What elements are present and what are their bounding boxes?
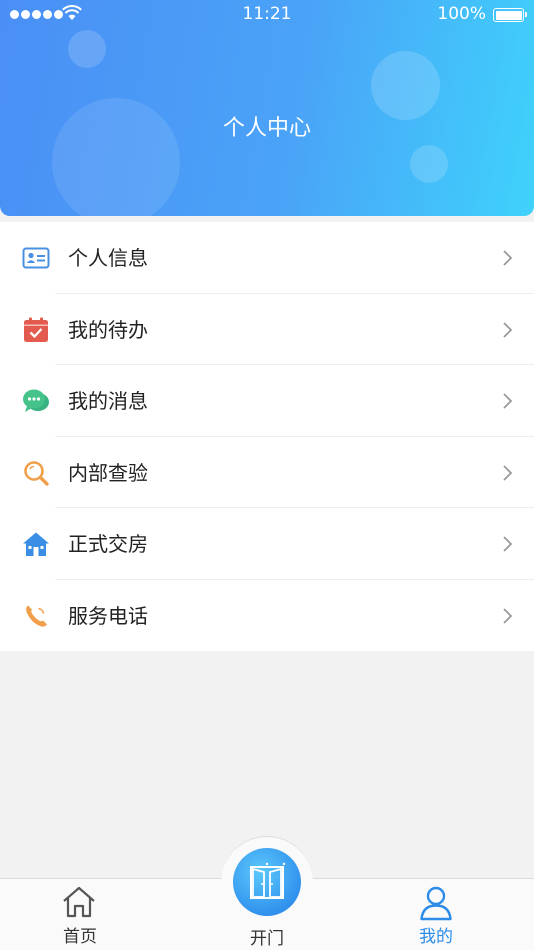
- phone-icon: [26, 605, 47, 627]
- chevron-right-icon: [503, 321, 513, 338]
- magnifier-icon: [24, 460, 49, 486]
- chevron-right-icon: [503, 250, 513, 266]
- calendar-check-icon: [24, 317, 48, 342]
- menu-item-label: 服务电话: [68, 603, 148, 628]
- tab-home[interactable]: 首页: [30, 879, 130, 950]
- chat-bubble-icon: [23, 389, 49, 412]
- tab-label: 开门: [250, 929, 284, 949]
- tab-mine[interactable]: 我的: [386, 879, 486, 950]
- menu-item-label: 我的消息: [68, 389, 148, 413]
- page-title: 个人中心: [222, 116, 311, 141]
- menu-item-label: 个人信息: [68, 246, 148, 270]
- open-door-circle: [233, 848, 301, 916]
- menu-item-label: 内部查验: [68, 460, 148, 485]
- door-icon: [250, 862, 286, 899]
- status-bar: 11:21 100%: [0, 0, 534, 30]
- decor-bubble: [68, 30, 106, 68]
- menu-item-personal-info[interactable]: 个人信息: [0, 222, 534, 294]
- battery-percent: 100%: [437, 4, 486, 24]
- profile-header: 11:21 100% 个人中心: [0, 0, 534, 216]
- chevron-right-icon: [503, 393, 513, 409]
- house-icon: [23, 532, 49, 556]
- menu-item-my-todos[interactable]: 我的待办: [0, 294, 534, 365]
- battery-icon: [493, 8, 527, 22]
- tab-label: 首页: [63, 927, 97, 947]
- open-door-button[interactable]: 开门: [217, 836, 317, 950]
- menu-item-label: 正式交房: [68, 532, 148, 556]
- menu-item-formal-handover[interactable]: 正式交房: [0, 508, 534, 580]
- profile-menu: 个人信息 我的待办 我的消息 内部查验 正式交房 服务电话: [0, 222, 534, 651]
- id-card-icon: [22, 247, 50, 269]
- chevron-right-icon: [503, 536, 513, 552]
- chevron-right-icon: [503, 464, 513, 481]
- menu-item-my-messages[interactable]: 我的消息: [0, 365, 534, 437]
- user-icon: [420, 886, 452, 921]
- chevron-right-icon: [503, 607, 513, 624]
- tab-label: 我的: [419, 927, 453, 947]
- menu-item-service-phone[interactable]: 服务电话: [0, 580, 534, 652]
- menu-item-internal-inspection[interactable]: 内部查验: [0, 437, 534, 508]
- decor-bubble: [410, 145, 448, 183]
- menu-item-label: 我的待办: [68, 317, 148, 342]
- home-icon: [63, 886, 95, 918]
